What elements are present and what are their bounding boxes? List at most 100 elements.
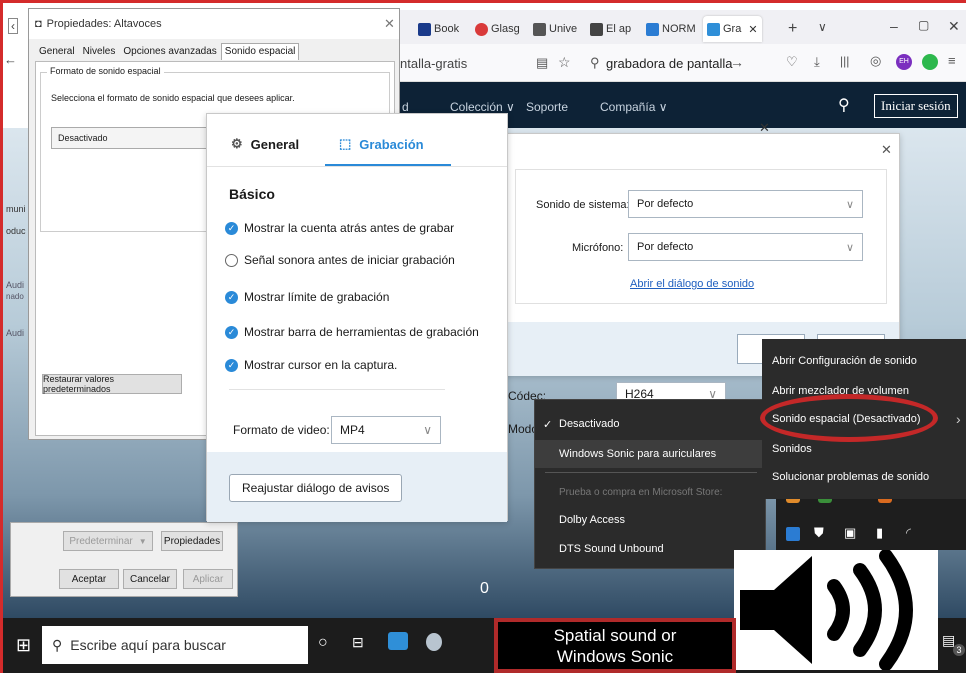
tray-icon[interactable] bbox=[786, 527, 800, 541]
recorder-footer: Reajustar diálogo de avisos bbox=[207, 452, 507, 522]
window-close-icon[interactable]: ✕ bbox=[948, 18, 960, 35]
browser-tab-active[interactable]: Gra ✕ bbox=[703, 16, 762, 42]
nav-item[interactable]: d bbox=[402, 100, 409, 114]
cortana-icon[interactable]: ○ bbox=[318, 634, 328, 652]
recorder-app-icon[interactable] bbox=[388, 632, 408, 650]
system-sound-select[interactable]: Por defecto ∨ bbox=[628, 190, 863, 218]
search-query[interactable]: grabadora de pantalla bbox=[606, 56, 733, 71]
pocket-icon[interactable]: ♡ bbox=[786, 54, 798, 70]
login-button[interactable]: Iniciar sesión bbox=[874, 94, 958, 118]
checked-icon: ✓ bbox=[225, 221, 238, 235]
search-icon[interactable]: ⚲ bbox=[838, 95, 850, 115]
windows-start-icon[interactable]: ⊞ bbox=[16, 635, 31, 656]
menu-item-troubleshoot[interactable]: Solucionar problemas de sonido bbox=[762, 463, 966, 491]
option-beep[interactable]: Señal sonora antes de iniciar grabación bbox=[225, 253, 455, 267]
reader-view-icon[interactable]: ▤ bbox=[536, 55, 548, 71]
close-icon[interactable]: ✕ bbox=[759, 120, 770, 136]
close-tab-icon[interactable]: ✕ bbox=[748, 23, 757, 36]
page-text: Audi bbox=[6, 328, 25, 338]
audio-fields: Sonido de sistema: Por defecto ∨ Micrófon… bbox=[515, 169, 887, 304]
tab-recording[interactable]: ⬚ Grabación bbox=[339, 136, 424, 152]
tab-advanced[interactable]: Opciones avanzadas bbox=[119, 43, 220, 60]
avatar[interactable]: EH bbox=[896, 54, 912, 70]
open-sound-dialog-link[interactable]: Abrir el diálogo de sonido bbox=[630, 278, 754, 290]
menu-item-sound-settings[interactable]: Abrir Configuración de sonido bbox=[762, 347, 966, 375]
speaker-icon: ◘ bbox=[35, 18, 42, 30]
minimize-icon[interactable]: – bbox=[890, 18, 898, 34]
system-tray-overflow: ⛊ ▣ ▮ ◜ bbox=[776, 489, 966, 550]
option-cursor[interactable]: ✓ Mostrar cursor en la captura. bbox=[225, 358, 397, 372]
browser-tab[interactable]: Glasg bbox=[475, 18, 520, 40]
booking-icon bbox=[418, 22, 431, 36]
extension-icon[interactable] bbox=[922, 54, 938, 70]
format-select[interactable]: MP4 ∨ bbox=[331, 416, 441, 444]
option-toolbar[interactable]: ✓ Mostrar barra de herramientas de grabac… bbox=[225, 325, 479, 339]
caption-line: Windows Sonic bbox=[556, 647, 674, 666]
menu-item-dolby[interactable]: Dolby Access bbox=[535, 506, 765, 534]
microphone-select[interactable]: Por defecto ∨ bbox=[628, 233, 863, 261]
close-icon[interactable]: ✕ bbox=[384, 16, 395, 32]
tab-general[interactable]: ⚙ General bbox=[231, 136, 299, 152]
taskbar-search-placeholder: Escribe aquí para buscar bbox=[70, 637, 226, 653]
task-view-icon[interactable]: ⊟ bbox=[352, 634, 364, 651]
recorder-app-icon bbox=[707, 22, 720, 36]
menu-item-dts[interactable]: DTS Sound Unbound bbox=[535, 535, 765, 563]
page-text: muni bbox=[6, 204, 26, 214]
tab-spatial-sound[interactable]: Sonido espacial bbox=[220, 43, 300, 60]
menu-icon[interactable]: ≡ bbox=[948, 53, 956, 68]
menu-item-off[interactable]: ✓ Desactivado bbox=[535, 410, 765, 438]
nav-item-company[interactable]: Compañía ∨ bbox=[600, 100, 667, 114]
chevron-down-icon: ▼ bbox=[138, 536, 147, 546]
speaker-illustration bbox=[734, 549, 938, 671]
properties-button[interactable]: Propiedades bbox=[161, 531, 223, 551]
browser-toolbar: ntalla-gratis ▤ ☆ ⚲ grabadora de pantall… bbox=[400, 44, 966, 82]
url-text[interactable]: ntalla-gratis bbox=[400, 56, 467, 71]
spatial-format-select[interactable]: Desactivado bbox=[51, 127, 216, 149]
restore-defaults-button[interactable]: Restaurar valores predeterminados bbox=[42, 374, 182, 394]
wifi-icon[interactable]: ◜ bbox=[906, 525, 911, 541]
extension-icon[interactable]: ◎ bbox=[870, 53, 881, 69]
usb-icon[interactable]: ▮ bbox=[876, 525, 883, 541]
nav-item-support[interactable]: Soporte bbox=[526, 100, 568, 114]
download-icon[interactable]: ⤓ bbox=[814, 54, 820, 70]
dialog-titlebar: ◘ Propiedades: Altavoces ✕ bbox=[29, 9, 399, 39]
cancel-button[interactable]: Cancelar bbox=[123, 569, 177, 589]
tab-levels[interactable]: Niveles bbox=[79, 43, 120, 60]
checked-icon: ✓ bbox=[225, 325, 238, 339]
browser-tab-strip: Book Glasg Unive El ap NORM Gra ✕ + ∨ – ▢… bbox=[400, 10, 966, 44]
apply-button[interactable]: Aplicar bbox=[183, 569, 233, 589]
option-countdown[interactable]: ✓ Mostrar la cuenta atrás antes de grabar bbox=[225, 221, 454, 235]
go-arrow-icon[interactable]: → bbox=[730, 54, 744, 70]
site-icon bbox=[646, 22, 659, 36]
option-limit[interactable]: ✓ Mostrar límite de grabación bbox=[225, 290, 389, 304]
search-icon: ⚲ bbox=[52, 636, 63, 653]
library-icon[interactable]: ||| bbox=[840, 54, 849, 68]
shield-icon[interactable]: ⛊ bbox=[814, 525, 824, 541]
gear-icon: ⚙ bbox=[231, 136, 243, 151]
nav-item-collection[interactable]: Colección ∨ bbox=[450, 100, 515, 114]
browser-tab[interactable]: Unive bbox=[533, 18, 577, 40]
back-icon[interactable]: ← bbox=[4, 52, 17, 67]
taskbar-search[interactable]: ⚲ Escribe aquí para buscar bbox=[42, 626, 308, 664]
prev-window-icon[interactable]: ‹ bbox=[8, 18, 18, 34]
tab-list-icon[interactable]: ∨ bbox=[818, 20, 827, 34]
close-icon[interactable]: ✕ bbox=[881, 142, 892, 158]
bookmark-star-icon[interactable]: ☆ bbox=[558, 54, 571, 71]
page-text: nado bbox=[6, 292, 24, 301]
page-text: Audi bbox=[6, 280, 25, 290]
ok-button[interactable]: Aceptar bbox=[59, 569, 119, 589]
maximize-icon[interactable]: ▢ bbox=[918, 18, 929, 32]
reset-prompts-button[interactable]: Reajustar diálogo de avisos bbox=[229, 474, 403, 502]
set-default-button[interactable]: Predeterminar ▼ bbox=[63, 531, 153, 551]
browser-tab[interactable]: El ap bbox=[590, 18, 631, 40]
browser-tab[interactable]: NORM bbox=[646, 18, 696, 40]
divider bbox=[229, 389, 445, 390]
unchecked-icon bbox=[225, 253, 238, 267]
tab-general[interactable]: General bbox=[35, 43, 79, 60]
recording-icon: ⬚ bbox=[339, 136, 352, 151]
new-tab-icon[interactable]: + bbox=[788, 20, 797, 38]
browser-tab[interactable]: Book bbox=[418, 18, 459, 40]
tray-icon[interactable]: ▣ bbox=[844, 525, 856, 541]
app-icon[interactable] bbox=[426, 633, 442, 651]
menu-item-windows-sonic[interactable]: Windows Sonic para auriculares bbox=[535, 440, 765, 468]
